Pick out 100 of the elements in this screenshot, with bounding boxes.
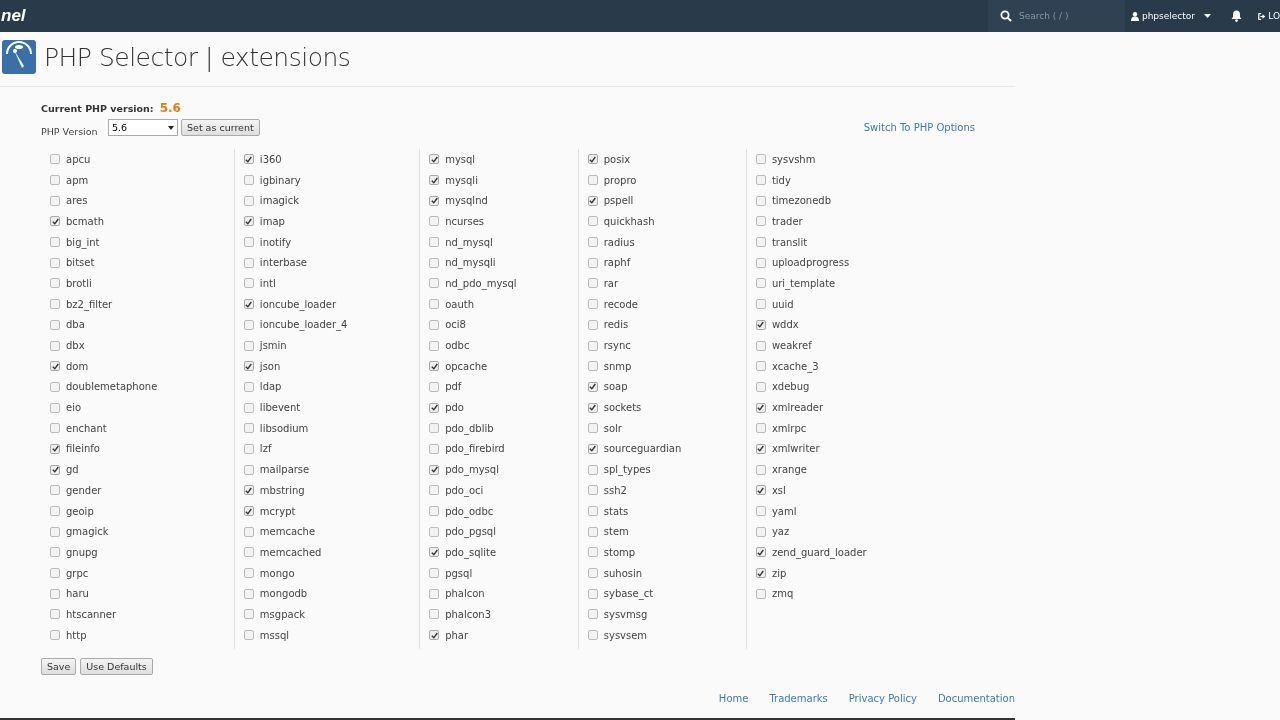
extension-checkbox[interactable] [587,443,598,454]
extension-checkbox[interactable] [587,319,598,330]
extension-checkbox[interactable] [429,464,440,475]
extension-checkbox[interactable] [429,340,440,351]
extension-checkbox[interactable] [429,526,440,537]
extension-checkbox[interactable] [243,402,254,413]
extension-checkbox[interactable] [50,609,60,620]
extension-checkbox[interactable] [243,588,254,599]
footer-link[interactable]: Home [718,693,749,704]
extension-checkbox[interactable] [587,630,598,641]
extension-checkbox[interactable] [50,340,60,351]
extension-checkbox[interactable] [243,443,254,454]
bell-icon[interactable] [1231,10,1242,22]
extension-checkbox[interactable] [429,547,440,558]
extension-checkbox[interactable] [429,154,440,165]
extension-checkbox[interactable] [50,319,60,330]
extension-checkbox[interactable] [587,526,598,537]
extension-checkbox[interactable] [429,257,440,268]
extension-checkbox[interactable] [755,547,766,558]
extension-checkbox[interactable] [755,568,766,579]
extension-checkbox[interactable] [429,506,440,517]
extension-checkbox[interactable] [429,175,440,186]
extension-checkbox[interactable] [587,340,598,351]
extension-checkbox[interactable] [755,319,766,330]
extension-checkbox[interactable] [429,195,440,206]
extension-checkbox[interactable] [243,340,254,351]
extension-checkbox[interactable] [50,547,60,558]
extension-checkbox[interactable] [755,485,766,496]
extension-checkbox[interactable] [429,423,440,434]
extension-checkbox[interactable] [755,299,766,310]
extension-checkbox[interactable] [243,547,254,558]
save-button[interactable]: Save [41,657,77,675]
extension-checkbox[interactable] [755,154,766,165]
extension-checkbox[interactable] [755,506,766,517]
extension-checkbox[interactable] [587,464,598,475]
footer-link[interactable]: Privacy Policy [848,693,917,704]
extension-checkbox[interactable] [429,402,440,413]
extension-checkbox[interactable] [243,464,254,475]
extension-checkbox[interactable] [429,443,440,454]
extension-checkbox[interactable] [243,526,254,537]
extension-checkbox[interactable] [50,278,60,289]
extension-checkbox[interactable] [50,443,60,454]
search-field[interactable]: Search ( / ) [987,0,1125,32]
extension-checkbox[interactable] [50,506,60,517]
extension-checkbox[interactable] [243,175,254,186]
extension-checkbox[interactable] [50,464,60,475]
extension-checkbox[interactable] [243,195,254,206]
extension-checkbox[interactable] [429,216,440,227]
footer-link[interactable]: Documentation [937,693,1015,704]
extension-checkbox[interactable] [50,216,60,227]
extension-checkbox[interactable] [243,485,254,496]
extension-checkbox[interactable] [50,195,60,206]
extension-checkbox[interactable] [755,278,766,289]
extension-checkbox[interactable] [50,588,60,599]
extension-checkbox[interactable] [755,423,766,434]
extension-checkbox[interactable] [587,278,598,289]
extension-checkbox[interactable] [429,299,440,310]
switch-options-link[interactable]: Switch To PHP Options [863,122,975,133]
extension-checkbox[interactable] [755,195,766,206]
extension-checkbox[interactable] [587,299,598,310]
extension-checkbox[interactable] [755,588,766,599]
extension-checkbox[interactable] [50,568,60,579]
extension-checkbox[interactable] [243,278,254,289]
extension-checkbox[interactable] [429,568,440,579]
extension-checkbox[interactable] [755,464,766,475]
extension-checkbox[interactable] [243,319,254,330]
extension-checkbox[interactable] [50,175,60,186]
extension-checkbox[interactable] [587,216,598,227]
extension-checkbox[interactable] [587,257,598,268]
extension-checkbox[interactable] [50,526,60,537]
extension-checkbox[interactable] [50,485,60,496]
extension-checkbox[interactable] [587,381,598,392]
extension-checkbox[interactable] [50,402,60,413]
extension-checkbox[interactable] [755,443,766,454]
extension-checkbox[interactable] [429,381,440,392]
extension-checkbox[interactable] [243,361,254,372]
extension-checkbox[interactable] [243,237,254,248]
user-menu[interactable]: phpselector [1130,11,1211,21]
extension-checkbox[interactable] [243,216,254,227]
extension-checkbox[interactable] [587,588,598,599]
extension-checkbox[interactable] [587,195,598,206]
extension-checkbox[interactable] [50,423,60,434]
extension-checkbox[interactable] [243,381,254,392]
extension-checkbox[interactable] [587,361,598,372]
extension-checkbox[interactable] [429,237,440,248]
extension-checkbox[interactable] [50,299,60,310]
extension-checkbox[interactable] [243,154,254,165]
extension-checkbox[interactable] [50,361,60,372]
use-defaults-button[interactable]: Use Defaults [80,657,153,675]
extension-checkbox[interactable] [755,402,766,413]
extension-checkbox[interactable] [50,154,60,165]
extension-checkbox[interactable] [755,216,766,227]
extension-checkbox[interactable] [50,257,60,268]
extension-checkbox[interactable] [755,381,766,392]
extension-checkbox[interactable] [587,609,598,620]
extension-checkbox[interactable] [429,630,440,641]
extension-checkbox[interactable] [755,526,766,537]
extension-checkbox[interactable] [429,588,440,599]
extension-checkbox[interactable] [243,630,254,641]
extension-checkbox[interactable] [243,257,254,268]
